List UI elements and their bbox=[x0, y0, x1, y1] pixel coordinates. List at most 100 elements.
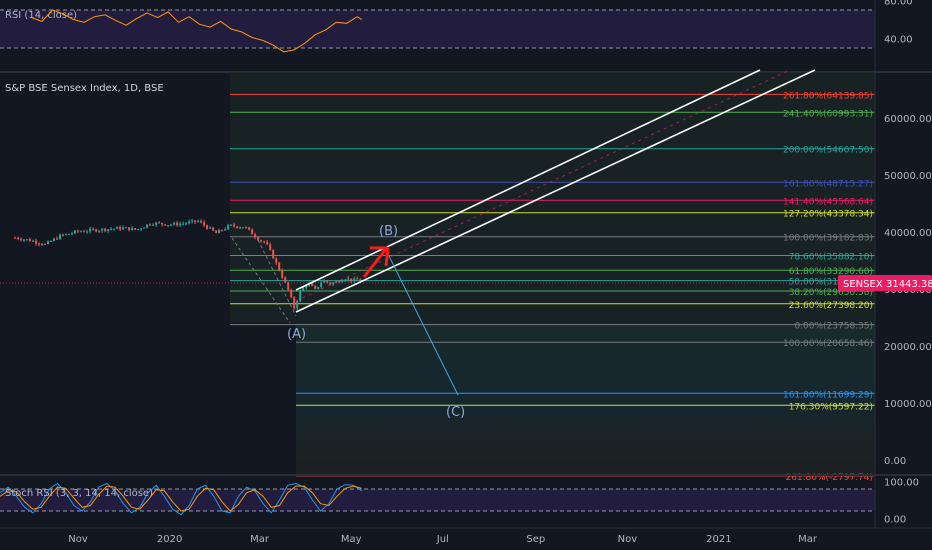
candle-body bbox=[83, 231, 85, 233]
candle-body bbox=[248, 227, 251, 230]
x-tick-label: Sep bbox=[526, 534, 545, 545]
candle-body bbox=[176, 222, 179, 226]
candle-body bbox=[314, 285, 317, 289]
candle-body bbox=[191, 220, 194, 222]
candle-body bbox=[32, 240, 34, 242]
candle-body bbox=[125, 227, 128, 229]
candle-body bbox=[329, 282, 332, 285]
candle-body bbox=[188, 221, 191, 224]
x-tick-label: Nov bbox=[68, 534, 88, 545]
candle-body bbox=[47, 241, 49, 244]
candle-body bbox=[350, 278, 353, 282]
candle-body bbox=[23, 239, 25, 241]
candle-body bbox=[359, 279, 362, 281]
candle-body bbox=[281, 270, 284, 278]
price-tick-label: 60000.00 bbox=[884, 114, 932, 125]
stoch-tick-label: 100.00 bbox=[884, 478, 919, 489]
candle-body bbox=[203, 222, 206, 226]
candle-body bbox=[92, 228, 95, 230]
candle-body bbox=[128, 227, 131, 231]
candle-body bbox=[311, 283, 314, 286]
candle-body bbox=[50, 241, 52, 242]
candle-body bbox=[263, 241, 266, 243]
candle-body bbox=[275, 258, 278, 263]
candle-body bbox=[113, 228, 116, 230]
candle-body bbox=[170, 224, 173, 226]
x-tick-label: Mar bbox=[798, 534, 818, 545]
x-tick-label: Jul bbox=[436, 534, 449, 545]
candle-body bbox=[227, 225, 230, 230]
stoch-pane: Stoch RSI (3, 3, 14, 14, close) bbox=[0, 482, 875, 516]
candle-body bbox=[299, 291, 302, 302]
candle-body bbox=[146, 224, 149, 228]
candle-body bbox=[38, 243, 40, 245]
candle-body bbox=[89, 228, 92, 232]
price-tick-label: 10000.00 bbox=[884, 399, 932, 410]
rsi-pane: RSI (14, close) bbox=[0, 9, 875, 53]
candle-body bbox=[353, 278, 356, 282]
candle-body bbox=[215, 230, 218, 233]
candle-body bbox=[14, 237, 16, 239]
fib-level-label: 23.60%(27398.20) bbox=[789, 301, 873, 311]
candle-body bbox=[272, 249, 275, 259]
candle-body bbox=[29, 239, 31, 242]
candle-body bbox=[179, 223, 182, 226]
candle-body bbox=[320, 282, 323, 287]
y-axis-ticks: 80.0040.0060000.0050000.0040000.0030000.… bbox=[884, 0, 932, 525]
candle-body bbox=[209, 227, 212, 229]
candle-body bbox=[68, 233, 70, 235]
candle-body bbox=[317, 286, 320, 289]
fib-level-label: 176.30%(9597.22) bbox=[789, 402, 873, 412]
candle-body bbox=[152, 224, 155, 226]
stoch-tick-label: 0.00 bbox=[884, 514, 906, 525]
candle-body bbox=[122, 227, 125, 230]
candle-body bbox=[182, 223, 185, 225]
candle-body bbox=[206, 225, 209, 229]
candle-body bbox=[119, 227, 122, 230]
x-tick-label: Nov bbox=[618, 534, 638, 545]
x-tick-label: 2020 bbox=[157, 534, 182, 545]
rsi-tick-label: 40.00 bbox=[884, 35, 913, 46]
price-tag-value: 31443.38 bbox=[886, 279, 932, 290]
candle-body bbox=[104, 228, 107, 231]
rsi-tick-label: 80.00 bbox=[884, 0, 913, 8]
candle-body bbox=[41, 244, 43, 246]
candle-body bbox=[194, 220, 197, 222]
candle-body bbox=[236, 226, 239, 228]
fib-level-label: 141.40%(45568.64) bbox=[783, 197, 873, 207]
wave-label-c: (C) bbox=[446, 405, 465, 420]
candle-body bbox=[290, 289, 293, 298]
candle-body bbox=[98, 230, 101, 232]
candle-body bbox=[269, 244, 272, 250]
fib-level-label: 78.60%(35882.10) bbox=[789, 253, 873, 263]
candle-body bbox=[287, 282, 290, 290]
candle-body bbox=[251, 229, 254, 235]
price-pane: 261.80%(64139.85) 241.40%(60993.31) 200.00… bbox=[0, 69, 875, 483]
candle-body bbox=[338, 281, 341, 283]
candle-body bbox=[296, 301, 299, 309]
candle-body bbox=[95, 229, 98, 232]
candle-body bbox=[107, 229, 110, 231]
candle-body bbox=[137, 229, 140, 231]
candle-body bbox=[218, 229, 221, 233]
candle-body bbox=[86, 231, 88, 233]
candle-body bbox=[53, 238, 55, 241]
wave-label-a: (A) bbox=[287, 327, 306, 342]
candle-body bbox=[44, 244, 46, 245]
candle-body bbox=[341, 281, 344, 283]
candle-body bbox=[101, 228, 104, 231]
candle-body bbox=[173, 222, 176, 225]
candle-body bbox=[254, 234, 257, 238]
candle-body bbox=[71, 233, 73, 235]
candle-body bbox=[239, 227, 242, 229]
stoch-title: Stoch RSI (3, 3, 14, 14, close) bbox=[5, 488, 153, 499]
candle-body bbox=[278, 262, 281, 271]
candle-body bbox=[62, 234, 64, 236]
candle-body bbox=[35, 240, 37, 244]
fib-level-label: 127.20%(43378.34) bbox=[783, 210, 873, 220]
price-tick-label: 50000.00 bbox=[884, 171, 932, 182]
candle-body bbox=[143, 227, 146, 229]
fib-level-label: 0.00%(23758.35) bbox=[794, 322, 873, 332]
candle-body bbox=[323, 280, 326, 283]
candle-body bbox=[293, 297, 296, 309]
